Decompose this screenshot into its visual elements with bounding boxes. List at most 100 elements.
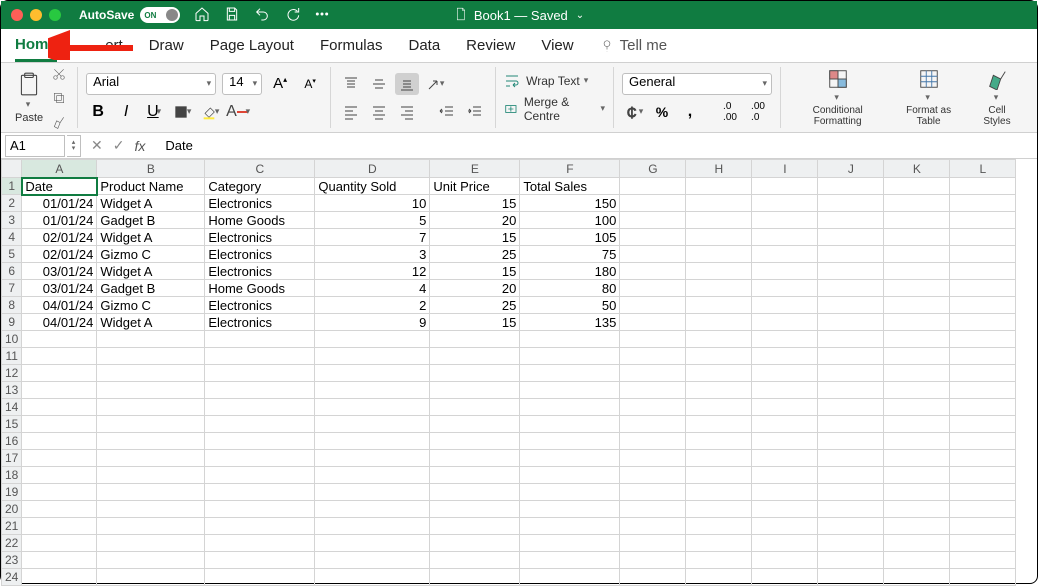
close-window-button[interactable] [11,9,23,21]
row-header-14[interactable]: 14 [2,399,22,416]
cell-H19[interactable] [686,484,752,501]
cell-B18[interactable] [97,467,205,484]
cell-E2[interactable]: 15 [430,195,520,212]
cell-A20[interactable] [22,501,97,518]
cell-E5[interactable]: 25 [430,246,520,263]
cell-A7[interactable]: 03/01/24 [22,280,97,297]
cell-H9[interactable] [686,314,752,331]
cell-K15[interactable] [884,416,950,433]
cell-I12[interactable] [752,365,818,382]
cell-C14[interactable] [205,399,315,416]
cell-I17[interactable] [752,450,818,467]
cell-F8[interactable]: 50 [520,297,620,314]
tab-draw[interactable]: Draw [149,31,184,60]
cell-J4[interactable] [818,229,884,246]
cell-I20[interactable] [752,501,818,518]
cell-J17[interactable] [818,450,884,467]
cell-L23[interactable] [950,552,1016,569]
cell-A16[interactable] [22,433,97,450]
cell-B12[interactable] [97,365,205,382]
cell-D18[interactable] [315,467,430,484]
document-title[interactable]: Book1 — Saved ⌄ [454,7,584,24]
cell-J22[interactable] [818,535,884,552]
cell-G1[interactable] [620,178,686,195]
increase-decimal-button[interactable]: .0.00 [718,101,742,123]
cell-H11[interactable] [686,348,752,365]
cell-J2[interactable] [818,195,884,212]
cell-C17[interactable] [205,450,315,467]
cell-I2[interactable] [752,195,818,212]
cell-K22[interactable] [884,535,950,552]
cell-D11[interactable] [315,348,430,365]
cell-A6[interactable]: 03/01/24 [22,263,97,280]
row-header-16[interactable]: 16 [2,433,22,450]
row-header-21[interactable]: 21 [2,518,22,535]
cell-A17[interactable] [22,450,97,467]
cell-J23[interactable] [818,552,884,569]
font-color-button[interactable]: A▾ [226,101,250,123]
cell-I4[interactable] [752,229,818,246]
cell-B7[interactable]: Gadget B [97,280,205,297]
cell-H8[interactable] [686,297,752,314]
cell-J3[interactable] [818,212,884,229]
cell-F14[interactable] [520,399,620,416]
cell-H18[interactable] [686,467,752,484]
cell-H13[interactable] [686,382,752,399]
cell-L9[interactable] [950,314,1016,331]
row-header-8[interactable]: 8 [2,297,22,314]
minimize-window-button[interactable] [30,9,42,21]
cell-G14[interactable] [620,399,686,416]
cell-B15[interactable] [97,416,205,433]
tab-insert[interactable]: ert [93,31,123,60]
cell-K14[interactable] [884,399,950,416]
cell-D12[interactable] [315,365,430,382]
cell-E15[interactable] [430,416,520,433]
cell-L1[interactable] [950,178,1016,195]
name-box-dropdown[interactable]: ▴▾ [67,135,81,157]
cell-F17[interactable] [520,450,620,467]
cell-E12[interactable] [430,365,520,382]
cell-H21[interactable] [686,518,752,535]
cell-D21[interactable] [315,518,430,535]
cell-B5[interactable]: Gizmo C [97,246,205,263]
maximize-window-button[interactable] [49,9,61,21]
cell-B21[interactable] [97,518,205,535]
cell-D13[interactable] [315,382,430,399]
cell-C21[interactable] [205,518,315,535]
cell-D24[interactable] [315,569,430,586]
cell-L10[interactable] [950,331,1016,348]
cell-J10[interactable] [818,331,884,348]
cell-H17[interactable] [686,450,752,467]
cell-J14[interactable] [818,399,884,416]
cell-K5[interactable] [884,246,950,263]
cell-E20[interactable] [430,501,520,518]
cell-E3[interactable]: 20 [430,212,520,229]
cell-H23[interactable] [686,552,752,569]
cell-F13[interactable] [520,382,620,399]
cell-E21[interactable] [430,518,520,535]
cell-I13[interactable] [752,382,818,399]
cell-H6[interactable] [686,263,752,280]
cell-L4[interactable] [950,229,1016,246]
cell-D16[interactable] [315,433,430,450]
cell-B13[interactable] [97,382,205,399]
increase-font-button[interactable]: A▴ [268,73,292,95]
cell-F19[interactable] [520,484,620,501]
cell-I6[interactable] [752,263,818,280]
cell-A2[interactable]: 01/01/24 [22,195,97,212]
col-header-I[interactable]: I [752,160,818,178]
cell-B17[interactable] [97,450,205,467]
cell-H16[interactable] [686,433,752,450]
cell-F10[interactable] [520,331,620,348]
cell-C4[interactable]: Electronics [205,229,315,246]
spreadsheet-grid[interactable]: ABCDEFGHIJKL1DateProduct NameCategoryQua… [1,159,1037,586]
cell-D2[interactable]: 10 [315,195,430,212]
cell-K9[interactable] [884,314,950,331]
name-box[interactable]: A1 [5,135,65,157]
cell-D20[interactable] [315,501,430,518]
cell-J12[interactable] [818,365,884,382]
cell-L5[interactable] [950,246,1016,263]
cell-L21[interactable] [950,518,1016,535]
orientation-button[interactable]: ▾ [423,73,447,95]
cell-F22[interactable] [520,535,620,552]
